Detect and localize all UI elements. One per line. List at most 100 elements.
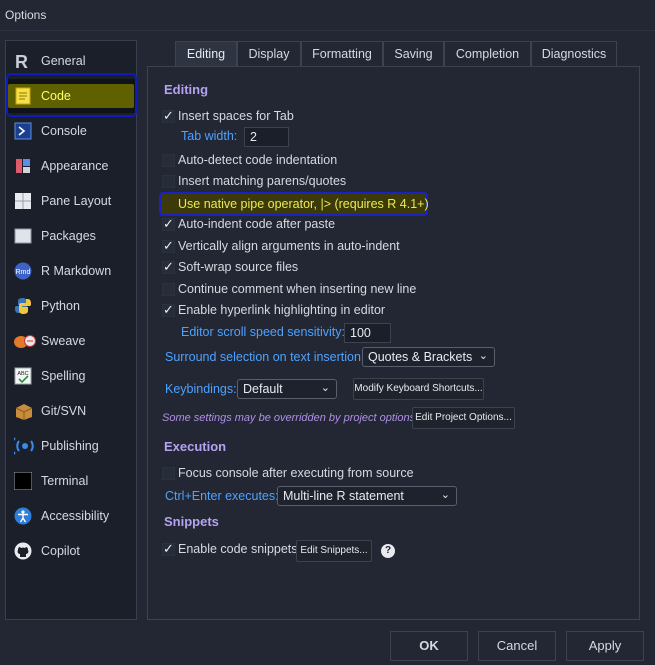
code-icon: [14, 87, 32, 105]
continue-comment-option[interactable]: Continue comment when inserting new line: [162, 280, 416, 298]
sidebar-item-copilot[interactable]: Copilot: [6, 534, 136, 568]
keybindings-value: Default: [243, 382, 283, 396]
sidebar-item-label: Git/SVN: [41, 404, 87, 418]
soft-wrap-checkbox[interactable]: [162, 259, 175, 275]
section-header-snippets: Snippets: [164, 514, 219, 529]
insert-spaces-label: Insert spaces for Tab: [178, 109, 294, 123]
rmd-icon: Rmd: [14, 262, 32, 280]
sidebar-item-python[interactable]: Python: [6, 289, 136, 323]
auto-detect-checkbox[interactable]: [162, 153, 175, 167]
tab-diagnostics[interactable]: Diagnostics: [531, 41, 617, 67]
insert-spaces-option[interactable]: Insert spaces for Tab: [162, 107, 294, 125]
chevron-down-icon: ⌄: [478, 350, 488, 362]
keybindings-label: Keybindings:: [165, 382, 237, 396]
sidebar-item-label: R Markdown: [41, 264, 112, 278]
matching-parens-checkbox[interactable]: [162, 174, 175, 188]
section-header-execution: Execution: [164, 439, 227, 454]
sidebar-item-label: Spelling: [41, 369, 86, 383]
sidebar-item-console[interactable]: Console: [6, 114, 136, 148]
enable-snippets-option[interactable]: Enable code snippets: [162, 540, 298, 558]
focus-console-checkbox[interactable]: [162, 466, 175, 480]
accessibility-icon: [14, 507, 32, 525]
focus-console-label: Focus console after executing from sourc…: [178, 466, 414, 480]
scroll-speed-input[interactable]: 100: [344, 323, 391, 343]
chevron-down-icon: ⌄: [320, 382, 330, 394]
hyperlink-checkbox[interactable]: [162, 302, 175, 318]
sidebar-item-accessibility[interactable]: Accessibility: [6, 499, 136, 533]
python-icon: [14, 297, 32, 315]
tab-completion[interactable]: Completion: [444, 41, 531, 67]
sidebar-item-r-markdown[interactable]: Rmd R Markdown: [6, 254, 136, 288]
packages-icon: [14, 227, 32, 245]
surround-select[interactable]: Quotes & Brackets ⌄: [362, 347, 495, 367]
options-sidebar: R General Code Console Appearance Pane L…: [5, 40, 137, 620]
vertical-align-option[interactable]: Vertically align arguments in auto-inden…: [162, 237, 400, 255]
auto-detect-option[interactable]: Auto-detect code indentation: [162, 151, 337, 169]
native-pipe-option[interactable]: Use native pipe operator, |> (requires R…: [162, 195, 429, 213]
tab-width-input[interactable]: 2: [244, 127, 289, 147]
ctrl-enter-select[interactable]: Multi-line R statement ⌄: [277, 486, 457, 506]
rmd-icon-text: Rmd: [16, 269, 31, 276]
tab-formatting[interactable]: Formatting: [301, 41, 383, 67]
focus-console-option[interactable]: Focus console after executing from sourc…: [162, 464, 414, 482]
sidebar-item-label: Appearance: [41, 159, 109, 173]
auto-indent-checkbox[interactable]: [162, 216, 175, 232]
sidebar-item-packages[interactable]: Packages: [6, 219, 136, 253]
tab-width-label: Tab width:: [181, 129, 238, 143]
edit-project-options-button[interactable]: Edit Project Options...: [412, 407, 515, 429]
auto-indent-label: Auto-indent code after paste: [178, 217, 336, 231]
keybindings-select[interactable]: Default ⌄: [237, 379, 337, 399]
sidebar-item-code[interactable]: Code: [6, 73, 137, 117]
sidebar-item-publishing[interactable]: Publishing: [6, 429, 136, 463]
auto-indent-option[interactable]: Auto-indent code after paste: [162, 215, 335, 233]
ctrl-enter-value: Multi-line R statement: [283, 489, 404, 503]
sidebar-item-label: Pane Layout: [41, 194, 112, 208]
continue-comment-checkbox[interactable]: [162, 282, 175, 296]
auto-detect-label: Auto-detect code indentation: [178, 153, 338, 167]
enable-snippets-checkbox[interactable]: [162, 541, 175, 557]
sidebar-item-label: Terminal: [41, 474, 89, 488]
sidebar-item-spelling[interactable]: ABC Spelling: [6, 359, 136, 393]
tab-display[interactable]: Display: [237, 41, 301, 67]
sidebar-item-label: Code: [41, 89, 71, 103]
hyperlink-option[interactable]: Enable hyperlink highlighting in editor: [162, 301, 385, 319]
sidebar-item-label: Console: [41, 124, 87, 138]
sidebar-item-git-svn[interactable]: Git/SVN: [6, 394, 136, 428]
r-logo-icon: R: [14, 52, 32, 72]
edit-snippets-button[interactable]: Edit Snippets...: [296, 540, 372, 562]
console-icon: [14, 122, 32, 140]
matching-parens-option[interactable]: Insert matching parens/quotes: [162, 172, 346, 190]
cancel-button[interactable]: Cancel: [478, 631, 556, 661]
vertical-align-label: Vertically align arguments in auto-inden…: [178, 239, 400, 253]
sidebar-item-sweave[interactable]: Sweave: [6, 324, 136, 358]
soft-wrap-label: Soft-wrap source files: [178, 260, 299, 274]
editing-panel: [147, 66, 640, 620]
surround-label: Surround selection on text insertion:: [165, 350, 365, 364]
svg-text:R: R: [15, 52, 28, 70]
help-icon[interactable]: ?: [381, 544, 395, 558]
scroll-speed-label: Editor scroll speed sensitivity:: [181, 325, 345, 339]
sidebar-item-pane-layout[interactable]: Pane Layout: [6, 184, 136, 218]
surround-value: Quotes & Brackets: [368, 350, 473, 364]
native-pipe-checkbox[interactable]: [162, 197, 175, 211]
tab-editing[interactable]: Editing: [175, 41, 237, 67]
project-options-note: Some settings may be overridden by proje…: [162, 412, 419, 424]
soft-wrap-option[interactable]: Soft-wrap source files: [162, 258, 298, 276]
section-header-editing: Editing: [164, 82, 209, 97]
ctrl-enter-label: Ctrl+Enter executes:: [165, 489, 279, 503]
git-svn-icon: [14, 402, 33, 420]
sidebar-item-label: Publishing: [41, 439, 99, 453]
enable-snippets-label: Enable code snippets: [178, 542, 298, 556]
appearance-icon: [14, 157, 32, 175]
sidebar-item-appearance[interactable]: Appearance: [6, 149, 136, 183]
continue-comment-label: Continue comment when inserting new line: [178, 282, 417, 296]
sidebar-item-terminal[interactable]: Terminal: [6, 464, 136, 498]
sidebar-item-label: Sweave: [41, 334, 86, 348]
apply-button[interactable]: Apply: [566, 631, 644, 661]
modify-shortcuts-button[interactable]: Modify Keyboard Shortcuts...: [353, 378, 484, 400]
ok-button[interactable]: OK: [390, 631, 468, 661]
insert-spaces-checkbox[interactable]: [162, 108, 175, 124]
vertical-align-checkbox[interactable]: [162, 238, 175, 254]
sidebar-item-label: Copilot: [41, 544, 80, 558]
tab-saving[interactable]: Saving: [383, 41, 444, 67]
